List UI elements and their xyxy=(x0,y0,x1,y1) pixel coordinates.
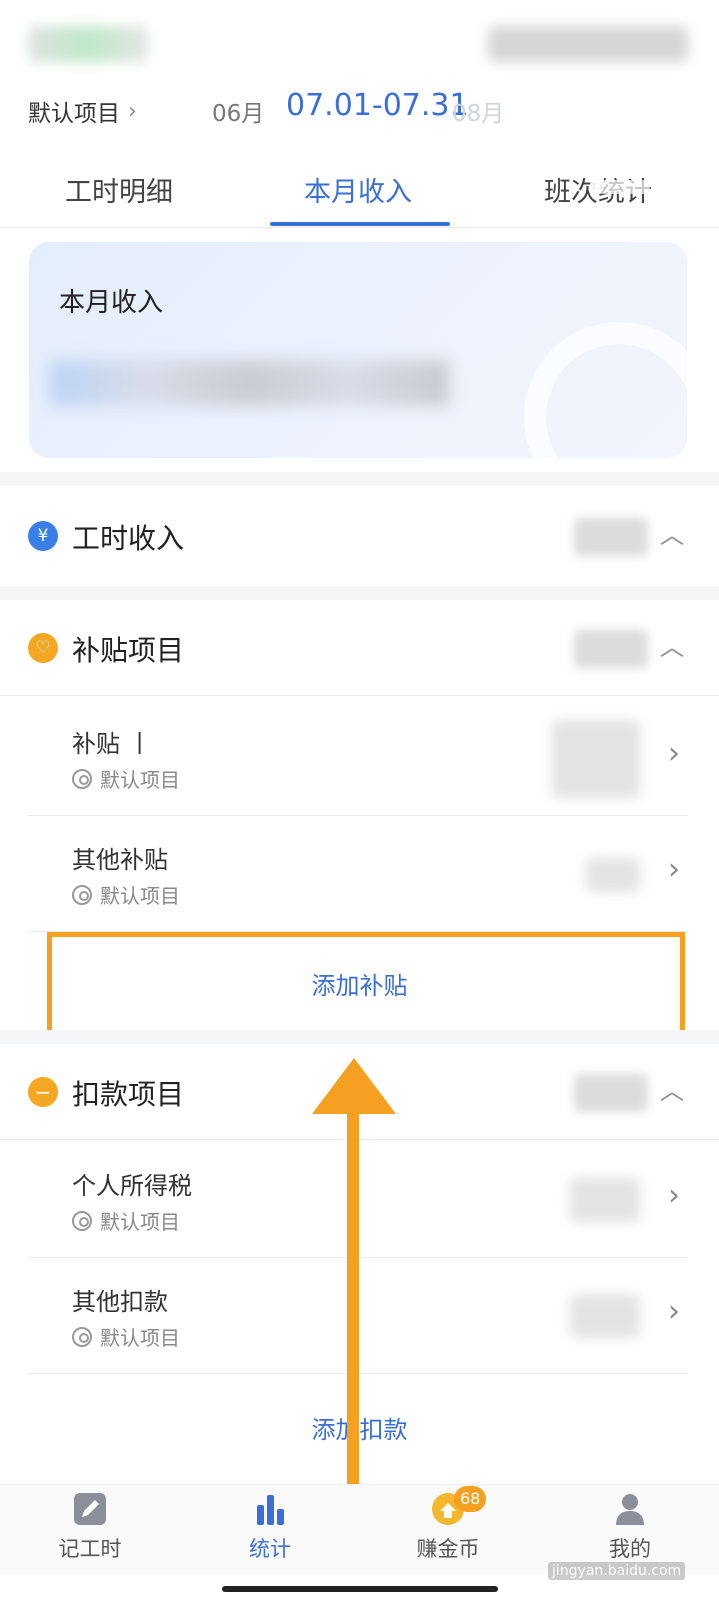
arrow-head xyxy=(312,1058,396,1114)
watermark: jingyan.baidu.com xyxy=(548,1562,686,1580)
nav-label: 我的 xyxy=(609,1537,651,1561)
income-summary-card: 本月收入 xyxy=(29,242,687,458)
heart-icon: ♡ xyxy=(28,633,58,663)
project-icon xyxy=(72,1210,92,1231)
chevron-right-icon: › xyxy=(128,98,137,124)
project-selector[interactable]: 默认项目 › xyxy=(28,94,137,128)
tab-monthly-income[interactable]: 本月收入 xyxy=(258,170,458,209)
item-project: 默认项目 xyxy=(72,764,180,793)
income-amount-blurred xyxy=(49,360,449,406)
chevron-right-icon: › xyxy=(668,736,680,771)
section-title: 工时收入 xyxy=(72,522,185,555)
nav-earn-coins[interactable]: 赚金币 xyxy=(378,1491,518,1563)
yen-icon: ¥ xyxy=(28,521,58,551)
prev-month[interactable]: 06月 xyxy=(212,94,264,128)
amount-blurred xyxy=(570,1294,640,1338)
item-name: 其他补贴 xyxy=(72,846,168,874)
project-icon xyxy=(72,1326,92,1347)
item-name: 补贴 丨 xyxy=(72,730,152,758)
item-name: 个人所得税 xyxy=(72,1172,192,1200)
nav-profile[interactable]: 我的 xyxy=(560,1491,700,1563)
tab-work-detail[interactable]: 工时明细 xyxy=(19,170,219,209)
status-left-blurred xyxy=(28,26,148,62)
period-bar: 默认项目 › 06月 07.01-07.31 08月 xyxy=(0,88,719,132)
section-divider xyxy=(0,586,719,600)
project-label: 默认项目 xyxy=(28,101,120,127)
next-month[interactable]: 08月 xyxy=(452,94,504,128)
item-project: 默认项目 xyxy=(72,880,180,909)
chevron-right-icon: › xyxy=(668,1294,680,1329)
pencil-icon xyxy=(74,1493,106,1525)
subsidy-item[interactable]: 补贴 丨 默认项目 › xyxy=(28,700,688,816)
bottom-nav: 记工时 统计 赚金币 我的 xyxy=(0,1484,719,1574)
amount-blurred xyxy=(574,630,648,668)
user-icon xyxy=(616,1494,644,1525)
coin-badge: 68 xyxy=(454,1486,487,1512)
nav-label: 统计 xyxy=(249,1537,291,1561)
clock-hand-minute xyxy=(590,180,650,194)
bar-chart-icon xyxy=(257,1495,284,1525)
chevron-right-icon: › xyxy=(668,1178,680,1213)
item-project-label: 默认项目 xyxy=(100,1326,180,1350)
highlight-box xyxy=(47,932,685,1036)
item-project-label: 默认项目 xyxy=(100,884,180,908)
nav-statistics[interactable]: 统计 xyxy=(200,1491,340,1563)
project-icon xyxy=(72,768,92,789)
section-subsidy[interactable]: ♡ 补贴项目 ︿ xyxy=(0,600,719,696)
home-indicator xyxy=(222,1586,498,1592)
nav-label: 记工时 xyxy=(58,1537,122,1561)
section-divider xyxy=(0,1030,719,1044)
item-project: 默认项目 xyxy=(72,1322,180,1351)
chevron-up-icon[interactable]: ︿ xyxy=(660,627,684,662)
add-deduction-button[interactable]: 添加扣款 xyxy=(0,1410,719,1445)
section-work-income[interactable]: ¥ 工时收入 ︿ xyxy=(0,488,719,584)
status-bar xyxy=(0,26,719,66)
nav-record-hours[interactable]: 记工时 xyxy=(20,1491,160,1563)
chevron-right-icon: › xyxy=(668,852,680,887)
chevron-up-icon[interactable]: ︿ xyxy=(660,1071,684,1106)
item-name: 其他扣款 xyxy=(72,1288,168,1316)
subsidy-item[interactable]: 其他补贴 默认项目 › xyxy=(28,816,688,932)
amount-blurred xyxy=(586,858,640,892)
card-title: 本月收入 xyxy=(59,288,164,318)
status-right-blurred xyxy=(488,26,688,62)
amount-blurred xyxy=(570,1178,640,1222)
tab-indicator xyxy=(270,222,450,226)
project-icon xyxy=(72,884,92,905)
item-project-label: 默认项目 xyxy=(100,1210,180,1234)
section-title: 扣款项目 xyxy=(72,1078,185,1111)
arrow-annotation xyxy=(347,1090,359,1503)
nav-label: 赚金币 xyxy=(416,1537,480,1561)
tab-bar: 工时明细 本月收入 班次统计 xyxy=(0,160,719,228)
minus-icon: − xyxy=(28,1077,58,1107)
current-period: 07.01-07.31 xyxy=(286,88,469,123)
section-title: 补贴项目 xyxy=(72,634,185,667)
item-project-label: 默认项目 xyxy=(100,768,180,792)
amount-blurred xyxy=(574,518,648,556)
section-divider xyxy=(0,472,719,486)
amount-blurred xyxy=(552,720,640,798)
item-project: 默认项目 xyxy=(72,1206,180,1235)
chevron-up-icon[interactable]: ︿ xyxy=(660,515,684,550)
amount-blurred xyxy=(574,1074,648,1112)
clock-icon xyxy=(524,322,687,458)
